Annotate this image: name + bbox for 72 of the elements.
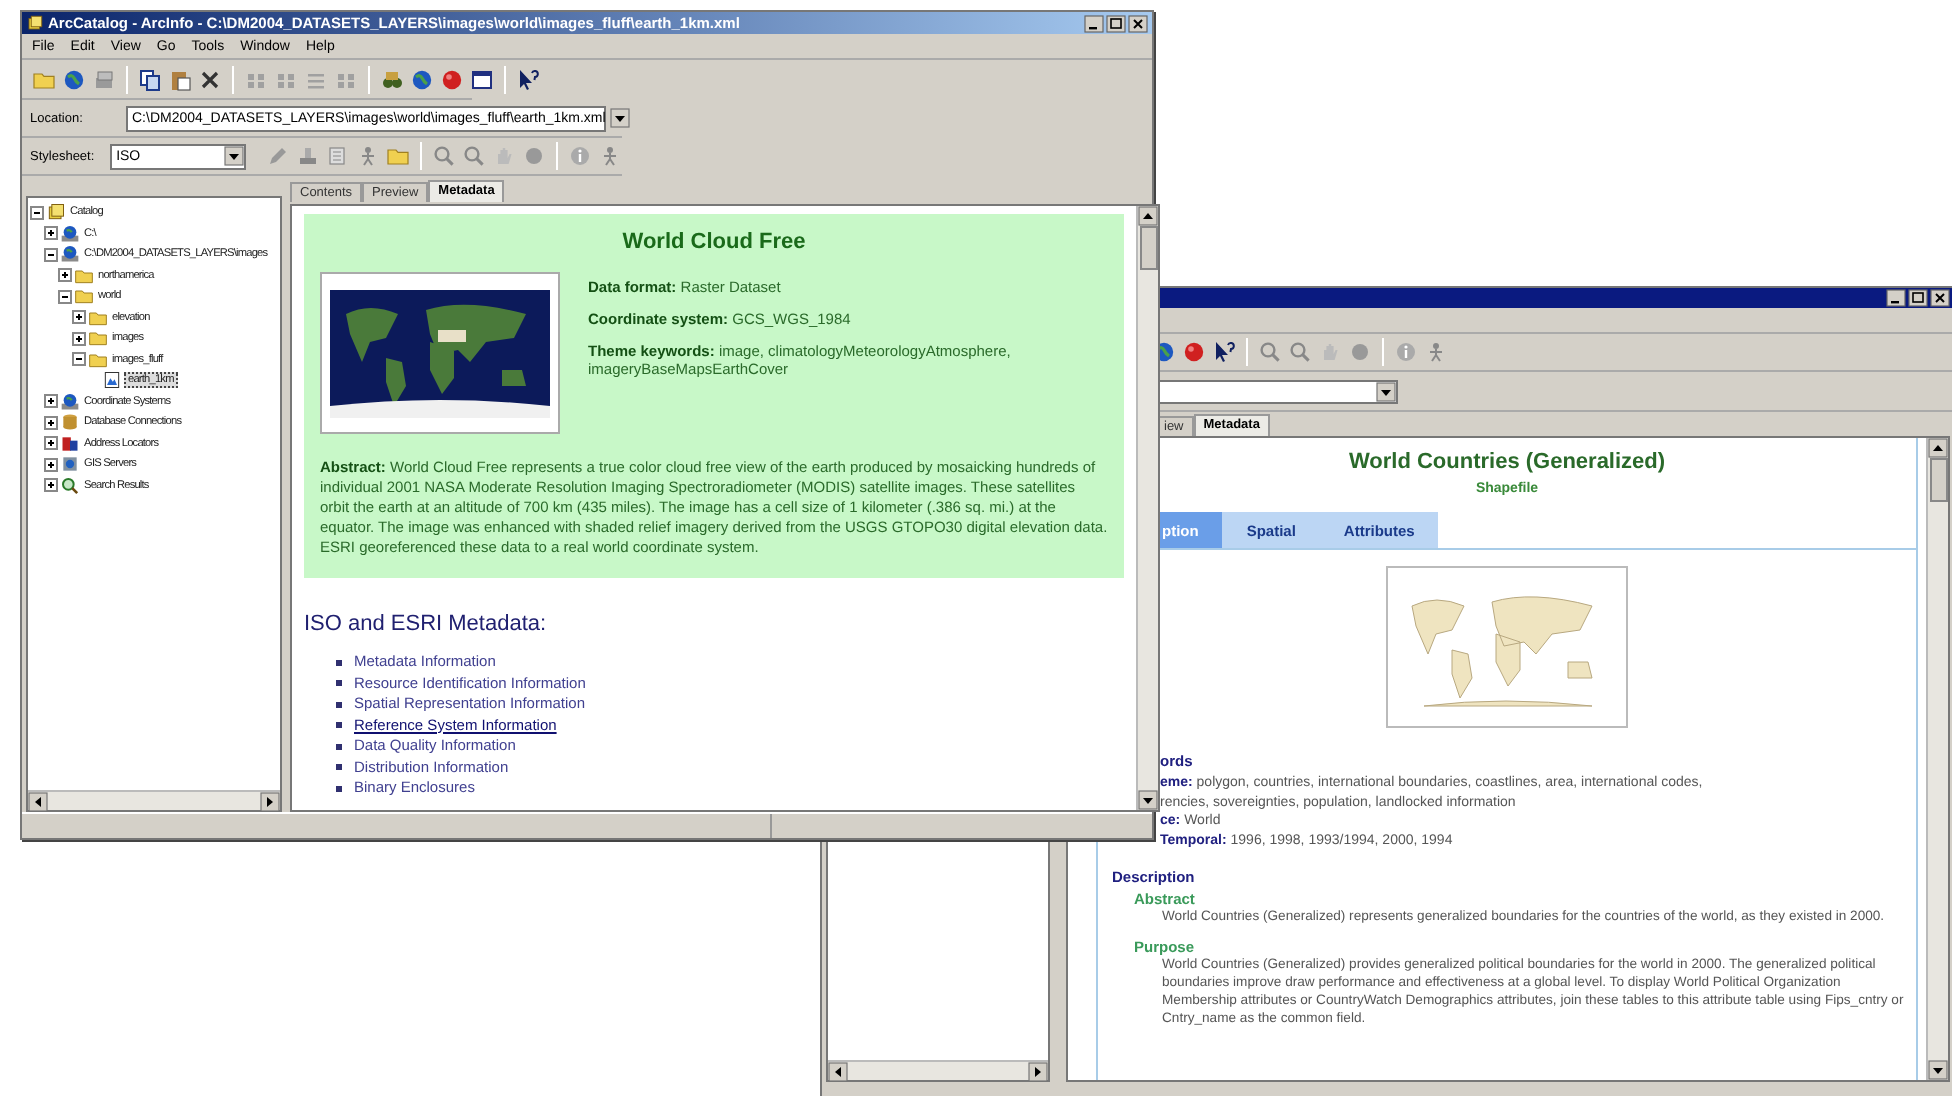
bullet-icon <box>336 764 342 771</box>
paste-icon[interactable] <box>168 67 192 91</box>
window-icon[interactable] <box>470 67 494 91</box>
folder-icon <box>74 265 94 286</box>
collapse-toggle[interactable] <box>58 289 72 304</box>
scrollbar-thumb[interactable] <box>1139 226 1157 270</box>
scrollbar[interactable] <box>1926 438 1948 1080</box>
close-icon[interactable] <box>1128 13 1148 33</box>
expand-toggle[interactable] <box>44 478 58 493</box>
scrollbar[interactable] <box>828 1060 1048 1080</box>
bullet-icon <box>336 680 342 687</box>
scrollbar[interactable] <box>1136 206 1158 810</box>
scrollbar[interactable] <box>28 790 280 810</box>
expand-toggle[interactable] <box>44 394 58 409</box>
database-icon <box>60 412 80 433</box>
search-icon <box>60 475 80 496</box>
globe-drive-icon <box>60 391 80 412</box>
close-icon[interactable] <box>1930 288 1950 308</box>
catalog-icon <box>46 202 66 223</box>
help-icon[interactable] <box>1212 340 1236 364</box>
ball-icon[interactable] <box>1182 340 1206 364</box>
globe-drive-icon <box>60 223 80 244</box>
collapse-toggle[interactable] <box>44 247 58 262</box>
dropdown-icon[interactable] <box>224 146 244 166</box>
delete-icon[interactable] <box>198 67 222 91</box>
folder-icon <box>74 286 94 307</box>
copy-icon[interactable] <box>138 67 162 91</box>
globe-icon[interactable] <box>62 67 86 91</box>
scroll-down-icon[interactable] <box>1928 1060 1948 1080</box>
server-icon <box>60 454 80 475</box>
raster-icon <box>102 370 122 391</box>
bullet-icon <box>336 701 342 708</box>
folder-icon <box>88 307 108 328</box>
collapse-toggle[interactable] <box>30 205 44 220</box>
metadata-title: World Cloud Free <box>620 230 808 254</box>
dropdown-icon[interactable] <box>609 108 630 128</box>
expand-toggle[interactable] <box>58 268 72 283</box>
maximize-icon[interactable] <box>1106 13 1126 33</box>
maximize-icon[interactable] <box>1908 288 1928 308</box>
bullet-icon <box>336 743 342 750</box>
expand-toggle[interactable] <box>44 226 58 241</box>
folder-icon <box>88 328 108 349</box>
folder-icon <box>88 349 108 370</box>
scroll-down-icon[interactable] <box>1138 790 1158 810</box>
metadata-title: World Countries (Generalized) <box>1346 450 1668 474</box>
app-icon <box>26 14 44 32</box>
help-icon[interactable] <box>516 67 540 91</box>
globe-drive-icon <box>60 244 80 265</box>
collapse-toggle[interactable] <box>72 352 86 367</box>
ball-icon[interactable] <box>440 67 464 91</box>
minimize-icon[interactable] <box>1084 13 1104 33</box>
expand-toggle[interactable] <box>72 310 86 325</box>
dropdown-icon[interactable] <box>1376 381 1396 401</box>
binoculars-icon[interactable] <box>380 67 404 91</box>
scroll-left-icon[interactable] <box>28 792 48 812</box>
scroll-left-icon[interactable] <box>828 1062 848 1082</box>
bullet-icon <box>336 722 342 729</box>
section-heading: ISO and ESRI Metadata: <box>304 612 549 636</box>
bullet-icon <box>336 659 342 666</box>
expand-toggle[interactable] <box>44 415 58 430</box>
bullet-icon <box>336 785 342 792</box>
locator-icon <box>60 433 80 454</box>
expand-toggle[interactable] <box>44 457 58 472</box>
scroll-right-icon[interactable] <box>260 792 280 812</box>
expand-toggle[interactable] <box>72 331 86 346</box>
scroll-up-icon[interactable] <box>1928 438 1948 458</box>
scroll-right-icon[interactable] <box>1028 1062 1048 1082</box>
globe-icon[interactable] <box>410 67 434 91</box>
minimize-icon[interactable] <box>1886 288 1906 308</box>
expand-toggle[interactable] <box>44 436 58 451</box>
scroll-up-icon[interactable] <box>1138 206 1158 226</box>
scrollbar-thumb[interactable] <box>1929 458 1947 502</box>
